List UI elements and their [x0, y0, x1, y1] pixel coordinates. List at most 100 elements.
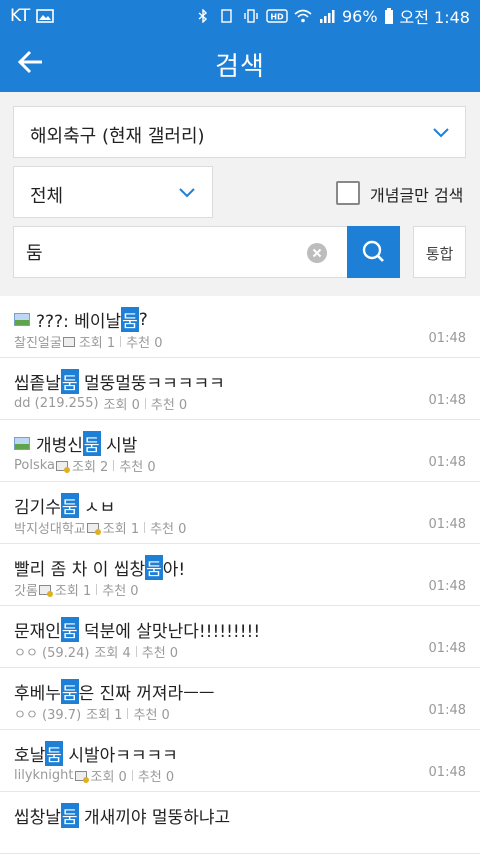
- gallery-notification-icon: [36, 9, 55, 23]
- view-count: 조회 0: [90, 770, 127, 785]
- list-item[interactable]: ???: 베이날 둠? 찰진얼굴 조회 1 추천 0 01:48: [0, 296, 480, 358]
- post-title: 빨리 좀 차 이 씹창 둠 아!: [14, 555, 185, 580]
- search-highlight: 둠: [60, 679, 79, 704]
- list-item[interactable]: 빨리 좀 차 이 씹창 둠 아! 갓롬 조회 1 추천 0 01:48: [0, 544, 480, 606]
- post-meta: ㅇㅇ (59.24) 조회 4 추천 0: [14, 642, 178, 661]
- list-item[interactable]: 개병신 둠 시발 Polska 조회 2 추천 0 01:48: [0, 420, 480, 482]
- image-attachment-icon: [14, 313, 30, 326]
- chevron-down-icon: [179, 188, 195, 198]
- list-item[interactable]: 호날 둠 시발아ㅋㅋㅋㅋ lilyknight 조회 0 추천 0 01:48: [0, 730, 480, 792]
- post-meta: lilyknight 조회 0 추천 0: [14, 766, 174, 785]
- scope-select-value: 전체: [30, 186, 64, 207]
- post-author: ㅇㅇ (39.7): [14, 708, 82, 723]
- search-field[interactable]: [13, 226, 347, 278]
- bluetooth-icon: [198, 9, 207, 23]
- post-meta: dd (219.255) 조회 0 추천 0: [14, 394, 187, 413]
- status-bar: KT HD 96% 오전 1:48: [0, 0, 480, 32]
- user-badge-icon: [55, 460, 70, 473]
- list-item[interactable]: 김기수 둠 ㅅㅂ 박지성대학교 조회 1 추천 0 01:48: [0, 482, 480, 544]
- post-author: dd (219.255): [14, 396, 99, 411]
- list-item[interactable]: 문재인 둠 덕분에 살맛난다!!!!!!!!! ㅇㅇ (59.24) 조회 4 추천 0…: [0, 606, 480, 668]
- scope-select[interactable]: 전체: [13, 166, 213, 218]
- post-author: Polska: [14, 458, 55, 473]
- view-count: 조회 1: [102, 522, 140, 537]
- post-title-text: ?: [138, 309, 148, 330]
- search-highlight: 둠: [60, 493, 79, 518]
- integrated-search-label: 통합: [425, 245, 454, 263]
- search-icon: [362, 240, 384, 262]
- search-highlight: 둠: [82, 431, 101, 456]
- post-title: 호날 둠 시발아ㅋㅋㅋㅋ: [14, 741, 178, 766]
- post-title: 씹좉날 둠 멀뚱멀뚱ㅋㅋㅋㅋㅋ: [14, 369, 225, 394]
- post-title: ???: 베이날 둠?: [14, 307, 148, 332]
- post-meta: ㅇㅇ (39.7) 조회 1 추천 0: [14, 704, 170, 723]
- meta-divider: [96, 584, 98, 595]
- post-title-text: 은 진짜 꺼져라ㅡㅡ: [78, 684, 215, 704]
- search-highlight: 둠: [60, 369, 79, 394]
- screen-rotation-icon: [221, 9, 232, 23]
- page-title: 검색: [215, 52, 265, 82]
- battery-icon: [384, 8, 393, 24]
- concept-only-label: 개념글만 검색: [370, 186, 464, 205]
- view-count: 조회 1: [86, 708, 123, 723]
- user-badge-icon: [86, 522, 101, 535]
- wifi-icon: [294, 9, 312, 23]
- view-count: 조회 2: [71, 460, 109, 475]
- user-badge-icon: [74, 770, 89, 783]
- post-time: 01:48: [428, 703, 466, 718]
- post-author: 갓롬: [14, 584, 38, 599]
- integrated-search-button[interactable]: 통합: [413, 226, 466, 278]
- battery-percent: 96%: [341, 6, 378, 26]
- post-time: 01:48: [428, 765, 466, 780]
- chevron-down-icon: [433, 128, 449, 138]
- user-badge-icon: [38, 584, 53, 597]
- search-button[interactable]: [347, 226, 400, 278]
- post-title: 후베누 둠 은 진짜 꺼져라ㅡㅡ: [14, 679, 215, 704]
- svg-text:HD: HD: [270, 13, 284, 22]
- post-time: 01:48: [428, 455, 466, 470]
- view-count: 조회 1: [78, 336, 116, 351]
- post-title-text: 시발: [100, 436, 138, 456]
- user-badge-icon: [62, 336, 75, 347]
- post-title-text: 후베누: [14, 684, 61, 704]
- close-icon: [312, 248, 322, 258]
- gallery-select[interactable]: 해외축구 (현재 갤러리): [13, 106, 466, 158]
- post-title-text: 빨리 좀 차 이 씹창: [14, 560, 146, 580]
- post-meta: 갓롬 조회 1 추천 0: [14, 580, 139, 599]
- clock: 오전 1:48: [399, 8, 470, 27]
- post-author: 박지성대학교: [14, 522, 86, 537]
- post-author: 찰진얼굴: [14, 336, 62, 351]
- post-title-text: ㅅㅂ: [78, 498, 116, 518]
- search-highlight: 둠: [121, 307, 139, 332]
- list-item[interactable]: 후베누 둠 은 진짜 꺼져라ㅡㅡ ㅇㅇ (39.7) 조회 1 추천 0 01:48: [0, 668, 480, 730]
- post-title-text: ???: 베이날: [36, 312, 122, 332]
- post-time: 01:48: [428, 517, 466, 532]
- post-title-text: 호날: [14, 746, 46, 766]
- recommend-count: 추천 0: [102, 584, 139, 599]
- view-count: 조회 4: [94, 646, 131, 661]
- search-highlight: 둠: [60, 617, 79, 642]
- list-item[interactable]: 씹창날 둠 개새끼야 멀뚱하냐고: [0, 792, 480, 854]
- post-title: 문재인 둠 덕분에 살맛난다!!!!!!!!!: [14, 617, 260, 642]
- post-title-text: 씹좉날: [14, 374, 61, 394]
- view-count: 조회 1: [54, 584, 92, 599]
- post-title-text: 덕분에 살맛난다!!!!!!!!!: [78, 622, 261, 642]
- post-title-text: 개병신: [36, 436, 83, 456]
- app-bar: 검색: [0, 32, 480, 92]
- list-item[interactable]: 씹좉날 둠 멀뚱멀뚱ㅋㅋㅋㅋㅋ dd (219.255) 조회 0 추천 0 01:48: [0, 358, 480, 420]
- post-meta: 박지성대학교 조회 1 추천 0: [14, 518, 186, 537]
- recommend-count: 추천 0: [119, 460, 156, 475]
- search-input[interactable]: [26, 241, 296, 262]
- view-count: 조회 0: [103, 398, 140, 413]
- search-filters: 해외축구 (현재 갤러리) 전체 개념글만 검색 통합: [0, 92, 480, 296]
- concept-only-checkbox[interactable]: [336, 181, 360, 205]
- post-title-text: 멀뚱멀뚱ㅋㅋㅋㅋㅋ: [78, 374, 225, 394]
- post-meta: Polska 조회 2 추천 0: [14, 456, 156, 475]
- meta-divider: [120, 336, 122, 347]
- result-list: ???: 베이날 둠? 찰진얼굴 조회 1 추천 0 01:48 씹좉날 둠 멀뚱멀뚱ㅋㅋㅋㅋ…: [0, 296, 480, 854]
- post-meta: 찰진얼굴 조회 1 추천 0: [14, 332, 163, 351]
- post-author: lilyknight: [14, 768, 74, 783]
- clear-search-button[interactable]: [307, 243, 327, 263]
- meta-divider: [113, 460, 115, 471]
- image-attachment-icon: [14, 437, 30, 450]
